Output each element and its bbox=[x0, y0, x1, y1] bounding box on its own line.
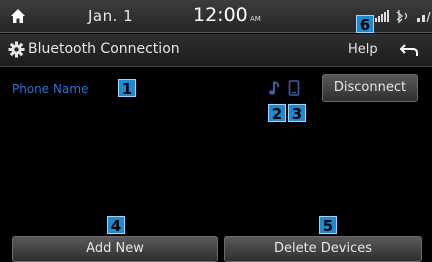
callout-5: 5 bbox=[319, 216, 337, 235]
title-bar: Bluetooth Connection Help bbox=[0, 34, 432, 67]
callout-6: 6 bbox=[356, 15, 374, 34]
add-new-button[interactable]: Add New bbox=[12, 236, 218, 262]
delete-devices-button[interactable]: Delete Devices bbox=[224, 236, 422, 262]
signal-icon bbox=[375, 10, 431, 24]
disconnect-button[interactable]: Disconnect bbox=[322, 74, 418, 102]
status-ampm: AM bbox=[250, 15, 261, 23]
back-icon[interactable] bbox=[400, 43, 418, 57]
callout-3: 3 bbox=[288, 104, 306, 123]
music-note-icon bbox=[269, 81, 280, 95]
page-title: Bluetooth Connection bbox=[28, 41, 180, 57]
phone-icon bbox=[288, 80, 300, 96]
callout-4: 4 bbox=[107, 216, 125, 235]
status-date: Jan. 1 bbox=[88, 7, 134, 25]
callout-2: 2 bbox=[268, 104, 286, 123]
phone-name[interactable]: Phone Name bbox=[12, 82, 88, 96]
gear-icon bbox=[8, 41, 25, 58]
help-button[interactable]: Help bbox=[348, 42, 378, 57]
callout-1: 1 bbox=[118, 79, 136, 98]
screen: Jan. 1 12:00 AM Bluetooth Connection Hel… bbox=[0, 0, 432, 262]
status-time: 12:00 bbox=[193, 4, 248, 26]
home-icon[interactable] bbox=[10, 8, 26, 24]
